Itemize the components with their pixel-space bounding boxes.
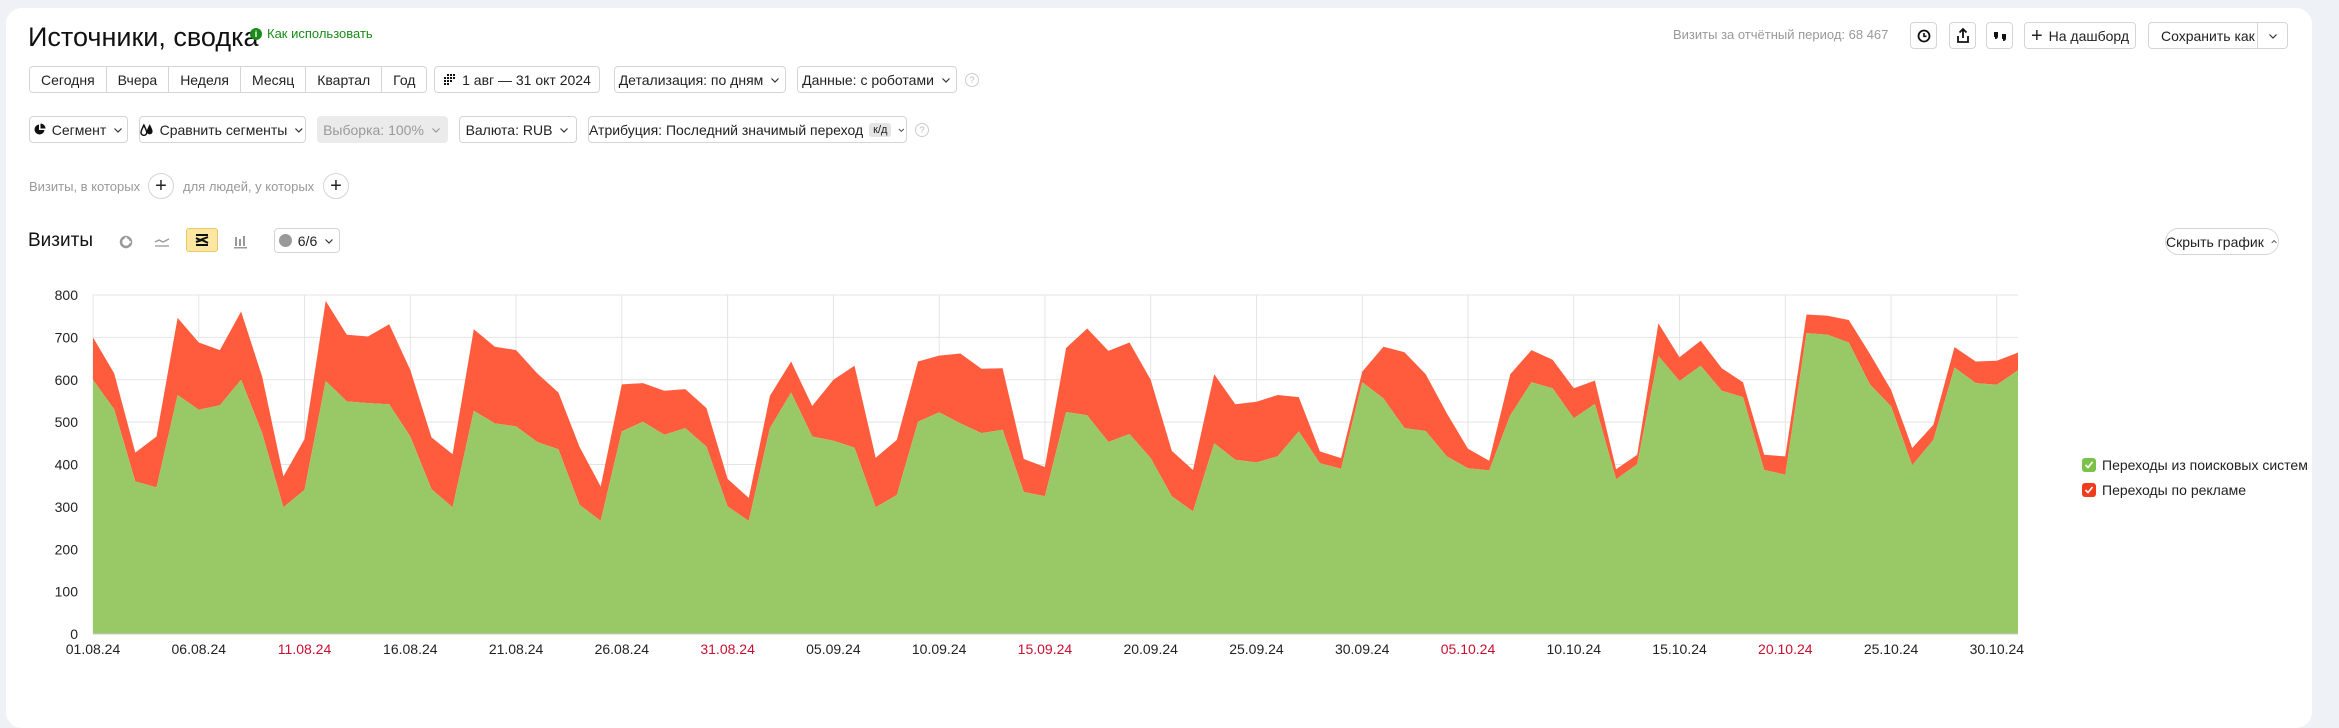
x-tick-label: 20.10.24 (1758, 641, 1813, 657)
x-tick-label: 10.09.24 (912, 641, 967, 657)
x-tick-label: 01.08.24 (66, 641, 121, 657)
x-tick-label: 26.08.24 (595, 641, 650, 657)
x-tick-label: 06.08.24 (172, 641, 227, 657)
x-tick-label: 11.08.24 (278, 641, 332, 657)
legend-item-search[interactable]: Переходы из поисковых систем (2082, 457, 2308, 473)
y-tick-label: 200 (55, 541, 79, 557)
x-tick-label: 25.09.24 (1229, 641, 1284, 657)
y-tick-label: 600 (55, 372, 79, 388)
y-tick-label: 300 (55, 499, 79, 515)
y-tick-label: 800 (55, 287, 79, 303)
y-tick-label: 700 (55, 329, 79, 345)
checkbox-checked-icon (2082, 483, 2096, 497)
checkbox-checked-icon (2082, 458, 2096, 472)
legend-label: Переходы из поисковых систем (2102, 457, 2308, 473)
y-tick-label: 500 (55, 414, 79, 430)
x-tick-label: 21.08.24 (489, 641, 544, 657)
x-tick-label: 31.08.24 (700, 641, 755, 657)
x-tick-label: 15.09.24 (1018, 641, 1073, 657)
x-tick-label: 20.09.24 (1123, 641, 1178, 657)
legend-item-ads[interactable]: Переходы по рекламе (2082, 482, 2246, 498)
y-tick-label: 100 (55, 584, 79, 600)
y-tick-label: 0 (70, 626, 78, 642)
x-tick-label: 30.09.24 (1335, 641, 1390, 657)
x-tick-label: 15.10.24 (1652, 641, 1707, 657)
x-tick-label: 05.10.24 (1441, 641, 1496, 657)
y-tick-label: 400 (55, 457, 79, 473)
x-tick-label: 10.10.24 (1547, 641, 1602, 657)
legend-label: Переходы по рекламе (2102, 482, 2247, 498)
x-tick-label: 05.09.24 (806, 641, 861, 657)
x-tick-label: 25.10.24 (1864, 641, 1919, 657)
x-tick-label: 16.08.24 (383, 641, 438, 657)
visits-chart: 0 100 200 300 400 500 600 700 800 01.08.24 06.08.2… (55, 287, 2025, 657)
x-tick-label: 30.10.24 (1970, 641, 2025, 657)
